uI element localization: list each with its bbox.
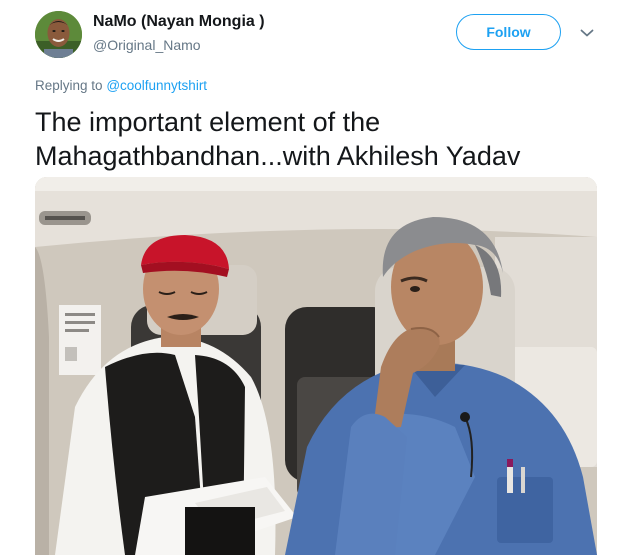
author-handle[interactable]: @Original_Namo	[93, 37, 201, 53]
tweet-photo[interactable]	[35, 177, 597, 555]
reply-context: Replying to @coolfunnytshirt	[35, 78, 207, 93]
reply-mention-link[interactable]: @coolfunnytshirt	[106, 78, 207, 93]
follow-button[interactable]: Follow	[456, 14, 561, 50]
user-avatar-icon	[35, 11, 82, 58]
author-display-name[interactable]: NaMo (Nayan Mongia )	[93, 13, 265, 31]
chevron-down-icon[interactable]	[578, 24, 596, 42]
author-avatar[interactable]	[35, 11, 82, 58]
tweet-card: NaMo (Nayan Mongia ) @Original_Namo Foll…	[0, 0, 634, 555]
tweet-text: The important element of the Mahagathban…	[35, 107, 521, 171]
reply-prefix: Replying to	[35, 78, 103, 93]
helicopter-cabin-image	[35, 177, 597, 555]
